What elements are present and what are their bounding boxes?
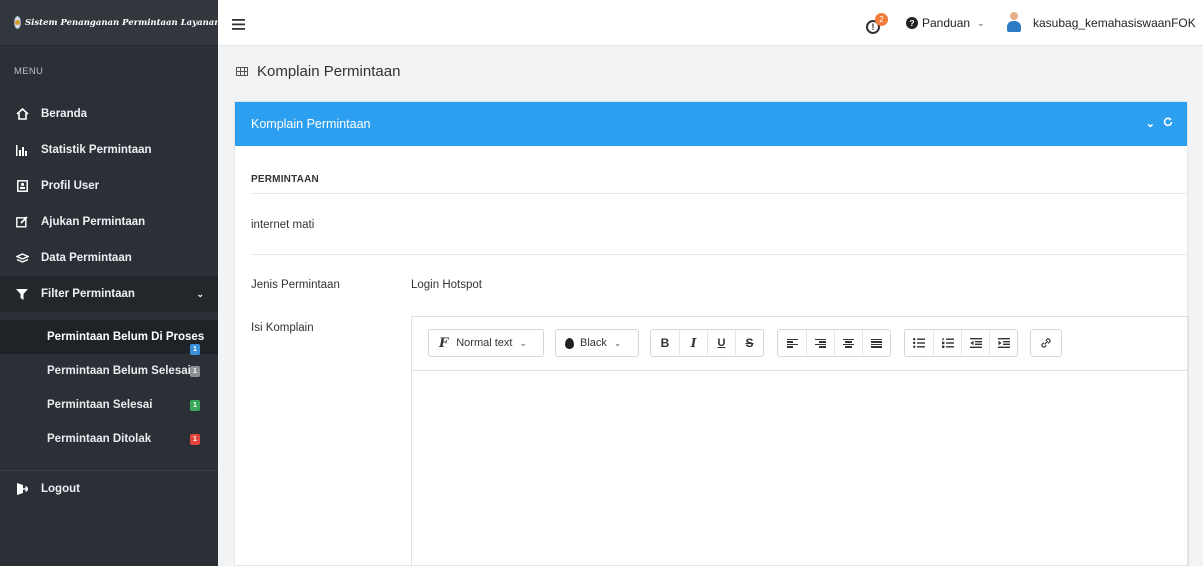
divider bbox=[251, 193, 1187, 194]
topbar: ! 2 ? Panduan ⌄ kasubag_kemahasiswaanFOK… bbox=[218, 0, 1203, 46]
align-group bbox=[777, 329, 891, 357]
sidebar-item-label: Beranda bbox=[41, 108, 88, 120]
jenis-label: Jenis Permintaan bbox=[251, 279, 340, 291]
bullet-list-icon[interactable] bbox=[905, 330, 934, 356]
card-title: Komplain Permintaan bbox=[251, 117, 371, 131]
notification-count: 2 bbox=[875, 13, 888, 26]
university-logo bbox=[14, 16, 21, 29]
indent-icon[interactable] bbox=[990, 330, 1017, 356]
subitem-label: Permintaan Belum Di Proses bbox=[47, 331, 205, 343]
subitem-label: Permintaan Belum Selesai bbox=[47, 365, 191, 377]
editor-toolbar: F Normal text ⌄ Black ⌄ B I U S bbox=[412, 317, 1188, 371]
sidebar-item-label: Data Permintaan bbox=[41, 252, 132, 264]
subitem-selesai[interactable]: Permintaan Selesai 1 bbox=[0, 388, 218, 422]
complaint-card: Komplain Permintaan ⌄ PERMINTAAN interne… bbox=[234, 101, 1189, 566]
subitem-belum-diproses[interactable]: Permintaan Belum Di Proses 1 bbox=[0, 320, 218, 355]
page-title: Komplain Permintaan bbox=[236, 63, 400, 80]
align-justify-icon[interactable] bbox=[863, 330, 890, 356]
stack-icon bbox=[15, 252, 29, 264]
logout-icon bbox=[15, 483, 29, 495]
subitem-label: Permintaan Selesai bbox=[47, 399, 153, 411]
outdent-icon[interactable] bbox=[962, 330, 990, 356]
numbered-list-icon[interactable] bbox=[934, 330, 962, 356]
divider bbox=[251, 254, 1187, 255]
sidebar-item-beranda[interactable]: Beranda bbox=[0, 96, 218, 132]
link-button[interactable] bbox=[1030, 329, 1062, 357]
sidebar-item-profil[interactable]: Profil User bbox=[0, 168, 218, 204]
chevron-down-icon: ⌄ bbox=[196, 288, 204, 299]
sidebar-item-label: Statistik Permintaan bbox=[41, 144, 152, 156]
font-icon: F bbox=[439, 335, 449, 351]
question-icon: ? bbox=[906, 17, 918, 29]
sidebar-item-label: Ajukan Permintaan bbox=[41, 216, 146, 228]
section-title: PERMINTAAN bbox=[251, 174, 319, 185]
chevron-down-icon: ⌄ bbox=[977, 17, 985, 28]
id-card-icon bbox=[15, 180, 29, 192]
count-badge: 1 bbox=[190, 433, 200, 445]
panduan-dropdown[interactable]: ? Panduan ⌄ bbox=[906, 16, 985, 30]
page-title-text: Komplain Permintaan bbox=[257, 63, 401, 80]
sidebar: Sistem Penanganan Permintaan Layanan MEN… bbox=[0, 0, 221, 566]
notification-button[interactable]: ! 2 bbox=[866, 13, 888, 35]
card-tools: ⌄ bbox=[1146, 117, 1173, 130]
isi-label: Isi Komplain bbox=[251, 322, 314, 334]
subitem-label: Permintaan Ditolak bbox=[47, 433, 152, 445]
count-badge: 1 bbox=[190, 399, 200, 411]
editor-content-area[interactable] bbox=[412, 371, 1188, 566]
jenis-value: Login Hotspot bbox=[411, 279, 482, 291]
panduan-label: Panduan bbox=[922, 16, 971, 30]
filter-icon bbox=[15, 288, 29, 300]
list-group bbox=[904, 329, 1018, 357]
username: kasubag_kemahasiswaanFOK bbox=[1033, 16, 1196, 30]
collapse-icon[interactable]: ⌄ bbox=[1146, 117, 1155, 130]
subitem-ditolak[interactable]: Permintaan Ditolak 1 bbox=[0, 422, 218, 456]
chevron-down-icon: ⌄ bbox=[519, 337, 528, 348]
filter-submenu: Permintaan Belum Di Proses 1 Permintaan … bbox=[0, 312, 218, 462]
sidebar-item-label: Logout bbox=[41, 483, 80, 495]
underline-button[interactable]: U bbox=[708, 330, 736, 356]
sidebar-item-data[interactable]: Data Permintaan bbox=[0, 240, 218, 276]
request-text: internet mati bbox=[251, 219, 315, 231]
color-label: Black bbox=[580, 337, 607, 349]
edit-icon bbox=[15, 216, 29, 228]
strikethrough-button[interactable]: S bbox=[736, 330, 763, 356]
refresh-icon[interactable] bbox=[1163, 117, 1173, 130]
align-center-icon[interactable] bbox=[835, 330, 863, 356]
rich-text-editor: F Normal text ⌄ Black ⌄ B I U S bbox=[411, 316, 1189, 566]
card-header: Komplain Permintaan ⌄ bbox=[235, 102, 1187, 146]
font-style-dropdown[interactable]: F Normal text ⌄ bbox=[428, 329, 544, 357]
format-group: B I U S bbox=[650, 329, 764, 357]
subitem-belum-selesai[interactable]: Permintaan Belum Selesai 1 bbox=[0, 354, 218, 388]
brand[interactable]: Sistem Penanganan Permintaan Layanan bbox=[0, 0, 221, 46]
sidebar-item-filter[interactable]: Filter Permintaan ⌄ bbox=[0, 276, 218, 312]
chevron-down-icon: ⌄ bbox=[613, 337, 622, 348]
user-avatar[interactable] bbox=[1007, 12, 1021, 32]
table-icon bbox=[236, 67, 248, 76]
color-drop-icon bbox=[565, 337, 574, 349]
menu-label: MENU bbox=[14, 65, 44, 77]
count-badge: 1 bbox=[190, 365, 200, 377]
color-dropdown[interactable]: Black ⌄ bbox=[555, 329, 639, 357]
font-label: Normal text bbox=[456, 337, 513, 349]
align-right-icon[interactable] bbox=[807, 330, 835, 356]
italic-button[interactable]: I bbox=[680, 330, 708, 356]
link-icon bbox=[1041, 338, 1051, 348]
bar-chart-icon bbox=[15, 144, 29, 156]
align-left-icon[interactable] bbox=[778, 330, 807, 356]
sidebar-item-label: Profil User bbox=[41, 180, 100, 192]
sidebar-item-ajukan[interactable]: Ajukan Permintaan bbox=[0, 204, 218, 240]
home-icon bbox=[15, 108, 29, 120]
sidebar-item-label: Filter Permintaan bbox=[41, 288, 135, 300]
bold-button[interactable]: B bbox=[651, 330, 680, 356]
brand-title: Sistem Penanganan Permintaan Layanan bbox=[25, 17, 221, 28]
menu-toggle-icon[interactable] bbox=[232, 17, 245, 33]
sidebar-item-logout[interactable]: Logout bbox=[0, 471, 218, 507]
sidebar-item-statistik[interactable]: Statistik Permintaan bbox=[0, 132, 218, 168]
user-dropdown[interactable]: kasubag_kemahasiswaanFOK ⌄ bbox=[1033, 16, 1203, 30]
